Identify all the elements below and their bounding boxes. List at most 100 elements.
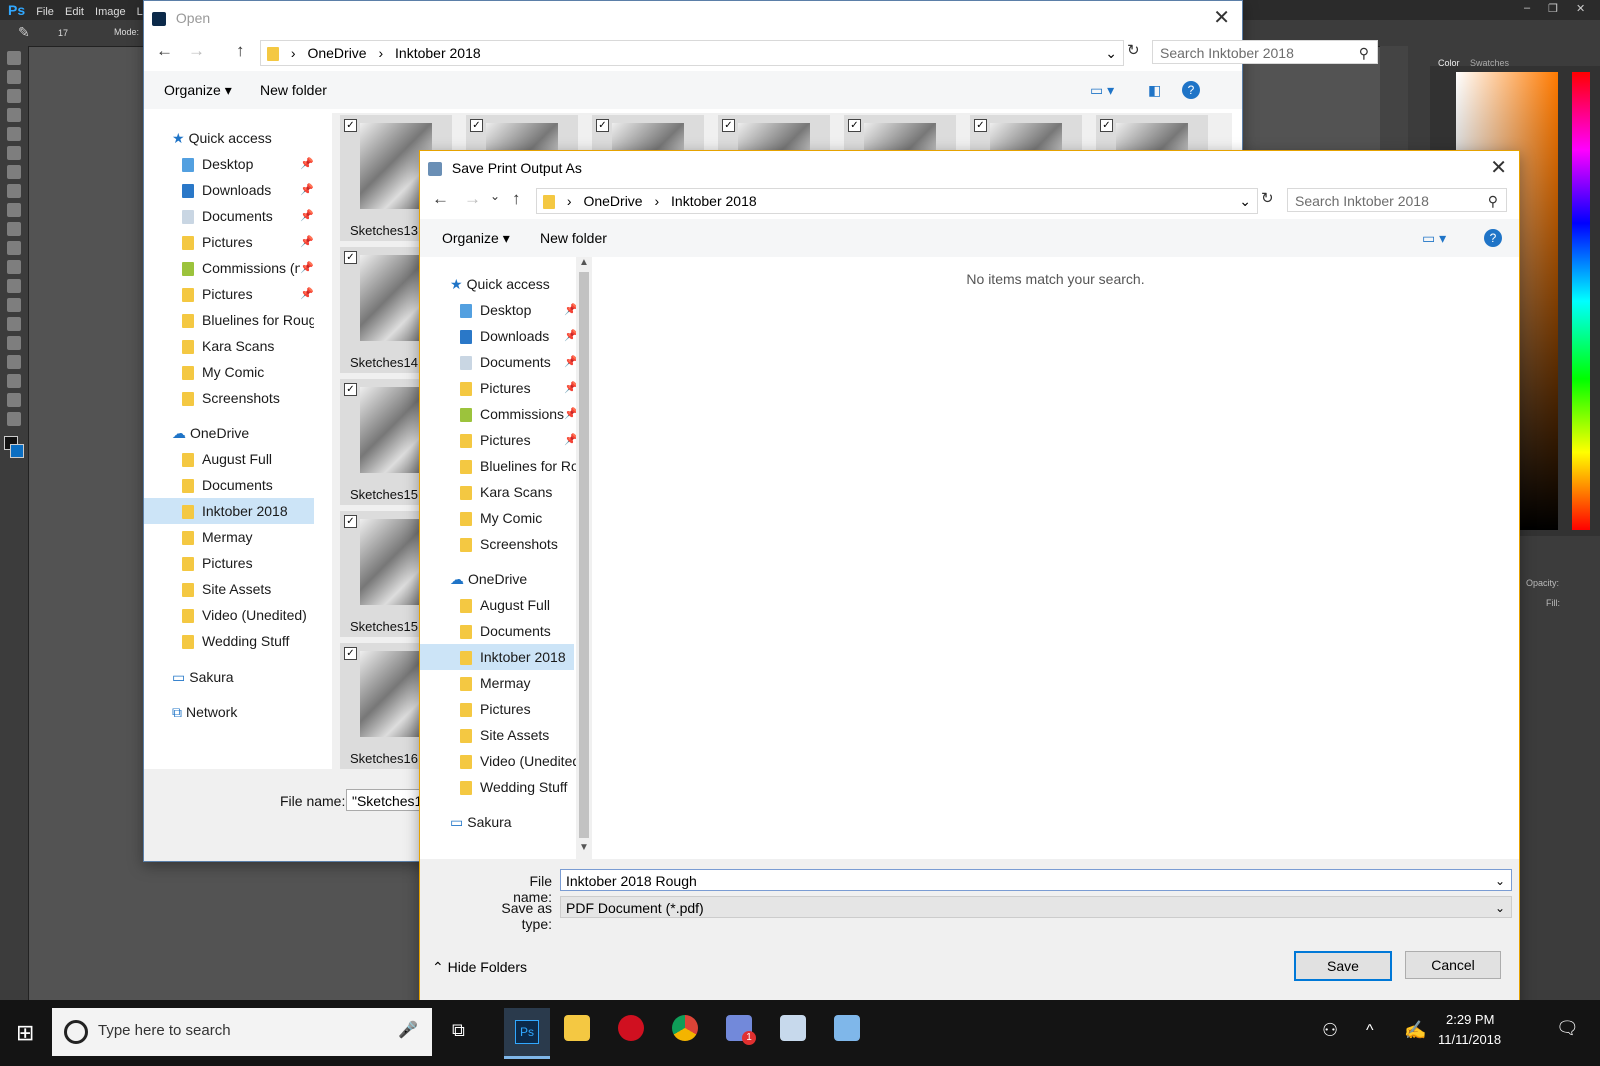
save-dialog-titlebar[interactable]: Save Print Output As ✕ [420,151,1519,185]
marquee-tool-icon[interactable] [7,70,21,84]
nav-item-od-documents[interactable]: Documents [182,472,273,498]
nav-item-commissions[interactable]: Commissions 📌 [460,401,578,427]
pen-workspace-icon[interactable]: ✍ [1404,1020,1426,1041]
path-select-icon[interactable] [7,355,21,369]
nav-quick-access[interactable]: ★ Quick access [172,125,272,151]
close-icon[interactable]: ✕ [1213,1,1230,35]
microphone-icon[interactable]: 🎤 [398,1020,418,1040]
shape-tool-icon[interactable] [7,374,21,388]
people-icon[interactable]: ⚇ [1322,1020,1338,1041]
checkbox[interactable]: ✓ [344,119,357,132]
nav-item-video[interactable]: Video (Unedited) [182,602,307,628]
preview-pane-icon[interactable]: ◧ [1148,71,1161,109]
brush-tool-icon[interactable]: ✎ [18,24,30,41]
file-explorer-icon[interactable] [564,1015,590,1041]
hide-folders-button[interactable]: ⌃ Hide Folders [432,959,527,976]
address-bar[interactable]: › OneDrive › Inktober 2018 ⌄ [260,40,1124,66]
search-input[interactable]: Search Inktober 2018 ⚲ [1287,188,1507,212]
close-icon[interactable]: ✕ [1490,151,1507,185]
nav-onedrive[interactable]: ☁ OneDrive [172,420,249,446]
task-view-icon[interactable]: ⧉ [452,1020,465,1041]
nav-item-pictures[interactable]: Pictures 📌 [460,375,578,401]
nav-item-desktop[interactable]: Desktop 📌 [460,297,578,323]
back-arrow-icon[interactable]: ← [432,189,449,209]
help-icon[interactable]: ? [1484,229,1502,247]
checkbox[interactable]: ✓ [974,119,987,132]
view-options-icon[interactable]: ▭ ▾ [1422,219,1446,257]
tray-chevron-icon[interactable]: ^ [1366,1022,1374,1040]
up-arrow-icon[interactable]: ↑ [512,189,521,209]
nav-scrollbar[interactable]: ▲ ▼ [576,257,592,859]
nav-item-video[interactable]: Video (Unedited) [460,748,578,774]
nav-item-od-pictures[interactable]: Pictures [182,550,253,576]
move-tool-icon[interactable] [7,51,21,65]
forward-arrow-icon[interactable]: → [464,189,481,209]
hand-tool-icon[interactable] [7,393,21,407]
up-arrow-icon[interactable]: ↑ [236,41,245,61]
windows-start-icon[interactable]: ⊞ [16,1020,34,1046]
photoshop-taskbar-icon[interactable]: Ps [504,1008,550,1059]
window-minimize-icon[interactable]: – [1524,2,1530,14]
window-restore-icon[interactable]: ❐ [1548,2,1558,15]
breadcrumb-onedrive[interactable]: OneDrive [307,45,366,61]
breadcrumb-inktober[interactable]: Inktober 2018 [671,193,757,209]
chevron-down-icon[interactable]: ⌄ [1105,41,1117,65]
nav-item-site-assets[interactable]: Site Assets [460,722,549,748]
window-close-icon[interactable]: ✕ [1576,2,1585,15]
nav-item-my-comic[interactable]: My Comic [460,505,542,531]
background-color-swatch[interactable] [10,444,24,458]
save-type-select[interactable]: PDF Document (*.pdf) ⌄ [560,896,1512,918]
checkbox[interactable]: ✓ [344,251,357,264]
nav-item-wedding[interactable]: Wedding Stuff [182,628,289,654]
nav-item-august-full[interactable]: August Full [182,446,272,472]
type-tool-icon[interactable] [7,336,21,350]
nav-item-august-full[interactable]: August Full [460,592,550,618]
menu-edit[interactable]: Edit [65,2,84,22]
nav-item-site-assets[interactable]: Site Assets [182,576,271,602]
nav-item-inktober-2018[interactable]: Inktober 2018 [420,644,574,670]
organize-button[interactable]: Organize ▾ [442,219,510,257]
nav-sakura[interactable]: ▭ Sakura [172,664,234,690]
history-brush-icon[interactable] [7,222,21,236]
color-tab[interactable]: Color [1438,58,1460,68]
checkbox[interactable]: ✓ [722,119,735,132]
eraser-tool-icon[interactable] [7,241,21,255]
chevron-down-icon[interactable]: ⌄ [1495,897,1505,919]
checkbox[interactable]: ✓ [1100,119,1113,132]
chevron-down-icon[interactable]: ⌄ [1239,189,1251,213]
view-options-icon[interactable]: ▭ ▾ [1090,71,1114,109]
refresh-icon[interactable]: ↻ [1261,189,1274,207]
nav-item-mermay[interactable]: Mermay [460,670,531,696]
search-input[interactable]: Search Inktober 2018 ⚲ [1152,40,1378,64]
scroll-down-icon[interactable]: ▼ [576,842,592,853]
nav-item-bluelines[interactable]: Bluelines for Rou [460,453,578,479]
menu-file[interactable]: File [36,2,54,22]
clock-date[interactable]: 11/11/2018 [1438,1032,1501,1047]
nav-item-od-pictures[interactable]: Pictures [460,696,531,722]
nav-item-inktober-2018[interactable]: Inktober 2018 [144,498,314,524]
nav-onedrive[interactable]: ☁ OneDrive [450,566,527,592]
nav-item-desktop[interactable]: Desktop 📌 [182,151,314,177]
nav-sakura[interactable]: ▭ Sakura [450,809,512,835]
lasso-tool-icon[interactable] [7,89,21,103]
eyedropper-tool-icon[interactable] [7,146,21,160]
nav-quick-access[interactable]: ★ Quick access [450,271,550,297]
checkbox[interactable]: ✓ [596,119,609,132]
blur-tool-icon[interactable] [7,279,21,293]
pen-tool-icon[interactable] [7,317,21,331]
nav-item-downloads[interactable]: Downloads 📌 [460,323,578,349]
chevron-down-icon[interactable]: ⌄ [1495,870,1505,892]
nav-item-mermay[interactable]: Mermay [182,524,253,550]
nav-item-pictures-2[interactable]: Pictures 📌 [182,281,314,307]
nav-item-od-documents[interactable]: Documents [460,618,551,644]
clip-studio-icon[interactable] [780,1015,806,1041]
taskbar-search-box[interactable]: Type here to search 🎤 [52,1008,432,1056]
nav-item-bluelines[interactable]: Bluelines for Roughs [182,307,314,333]
bucket-tool-icon[interactable] [7,260,21,274]
nav-item-screenshots[interactable]: Screenshots [460,531,558,557]
scroll-up-icon[interactable]: ▲ [576,257,592,268]
new-folder-button[interactable]: New folder [260,71,327,109]
dodge-tool-icon[interactable] [7,298,21,312]
menu-image[interactable]: Image [95,2,126,22]
organize-button[interactable]: Organize ▾ [164,71,232,109]
